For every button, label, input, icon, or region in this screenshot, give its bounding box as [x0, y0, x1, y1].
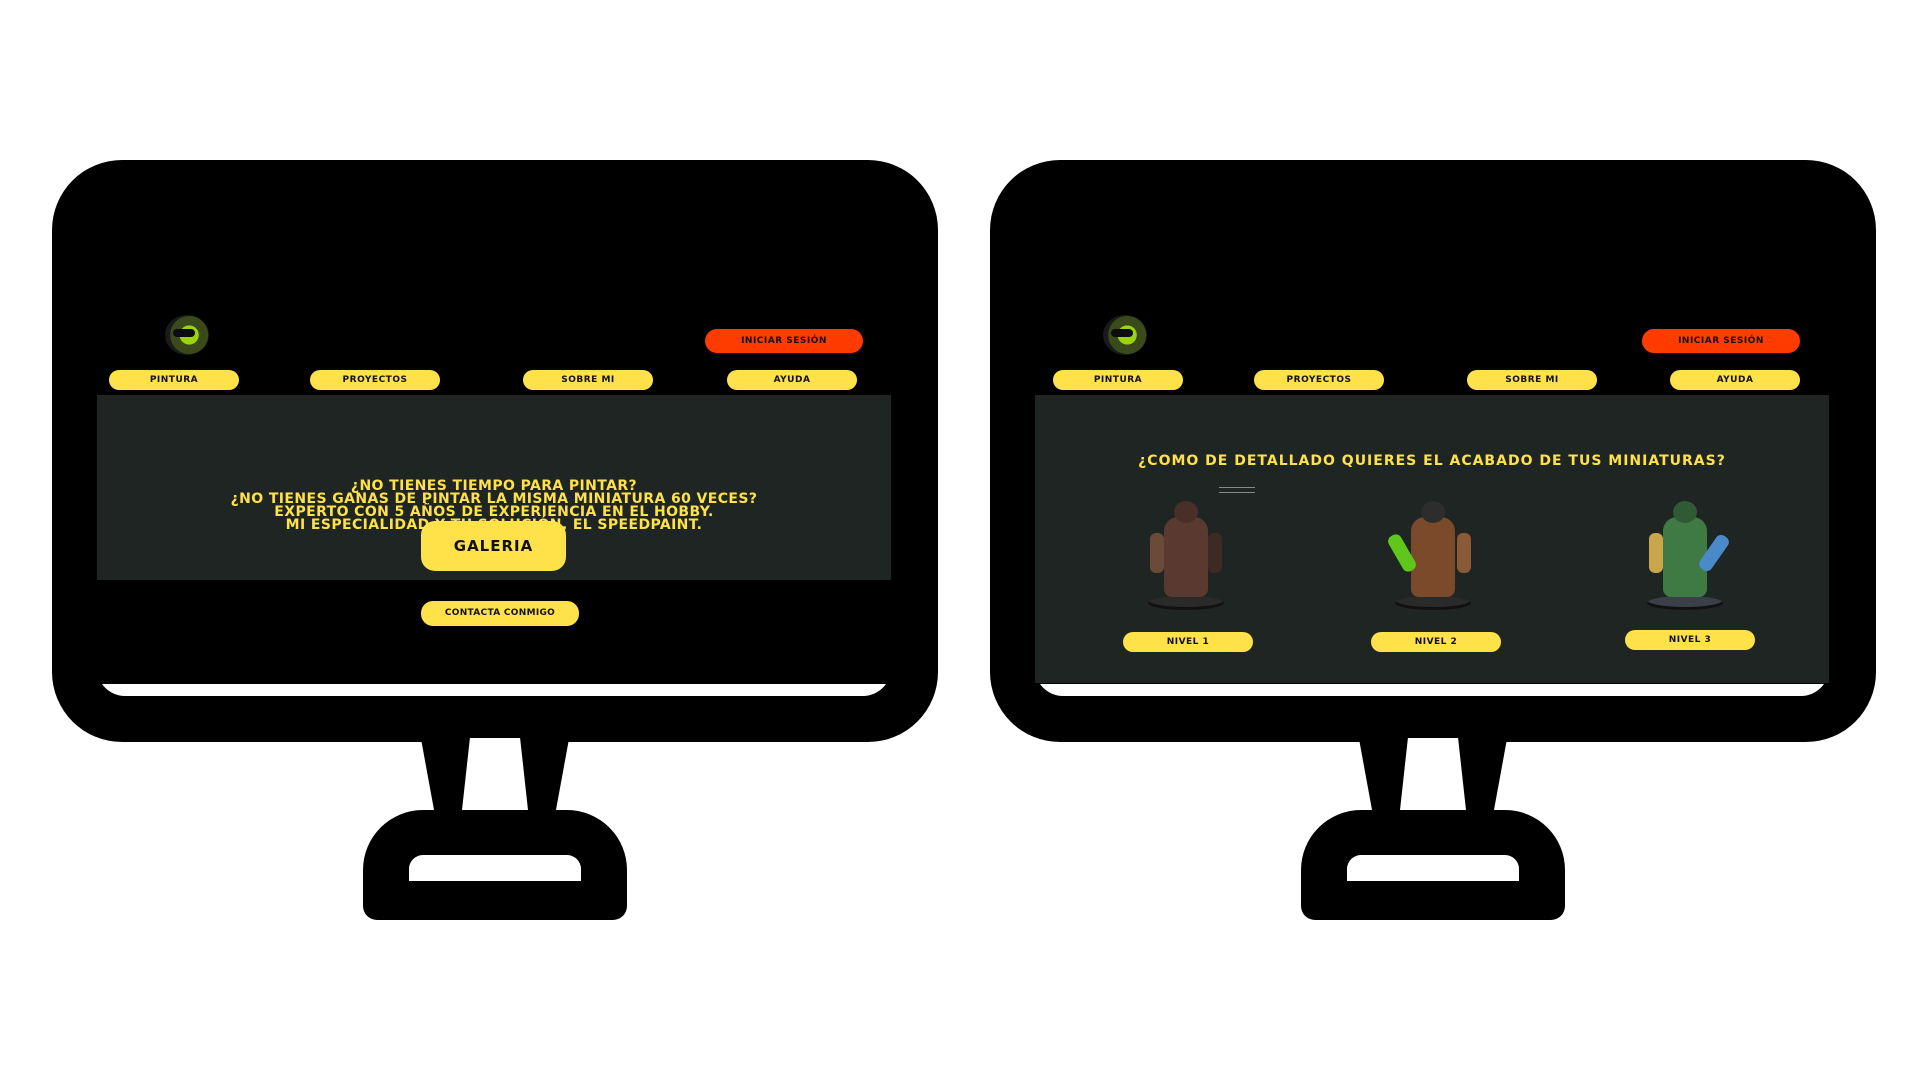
- screen-levels: INICIAR SESIÓN PINTURA PROYECTOS SOBRE M…: [1035, 263, 1829, 684]
- levels-title: ¿COMO DE DETALLADO QUIERES EL ACABADO DE…: [1138, 453, 1726, 469]
- level-1-button[interactable]: NIVEL 1: [1123, 632, 1253, 652]
- screen-home: INICIAR SESIÓN PINTURA PROYECTOS SOBRE M…: [97, 263, 891, 684]
- monitor-neck-cutout: [1400, 738, 1466, 810]
- nav-pintura[interactable]: PINTURA: [1053, 370, 1183, 390]
- monitor-stand-cutout: [409, 855, 581, 881]
- monitor-neck-cutout: [462, 738, 528, 810]
- login-button[interactable]: INICIAR SESIÓN: [1642, 329, 1800, 353]
- logo-visor: [1111, 329, 1133, 337]
- mockup-stage: INICIAR SESIÓN PINTURA PROYECTOS SOBRE M…: [0, 0, 1920, 1080]
- contact-button[interactable]: CONTACTA CONMIGO: [421, 601, 579, 626]
- miniature-image-1: [1138, 495, 1234, 610]
- nav-proyectos[interactable]: PROYECTOS: [310, 370, 440, 390]
- nav-ayuda[interactable]: AYUDA: [1670, 370, 1800, 390]
- miniature-image-2: [1385, 495, 1481, 610]
- nav-pintura[interactable]: PINTURA: [109, 370, 239, 390]
- nav-proyectos[interactable]: PROYECTOS: [1254, 370, 1384, 390]
- login-button[interactable]: INICIAR SESIÓN: [705, 329, 863, 353]
- level-2-button[interactable]: NIVEL 2: [1371, 632, 1501, 652]
- monitor-stand-cutout: [1347, 855, 1519, 881]
- levels-panel: ¿COMO DE DETALLADO QUIERES EL ACABADO DE…: [1035, 395, 1829, 683]
- monitor-right: INICIAR SESIÓN PINTURA PROYECTOS SOBRE M…: [990, 160, 1876, 920]
- miniature-image-3: [1637, 495, 1733, 610]
- nav-sobre-mi[interactable]: SOBRE MI: [1467, 370, 1597, 390]
- logo-visor: [173, 329, 195, 337]
- nav-ayuda[interactable]: AYUDA: [727, 370, 857, 390]
- nav-sobre-mi[interactable]: SOBRE MI: [523, 370, 653, 390]
- decorative-mark: [1219, 487, 1255, 493]
- level-3-button[interactable]: NIVEL 3: [1625, 630, 1755, 650]
- galeria-button[interactable]: GALERIA: [421, 521, 566, 571]
- monitor-left: INICIAR SESIÓN PINTURA PROYECTOS SOBRE M…: [52, 160, 938, 920]
